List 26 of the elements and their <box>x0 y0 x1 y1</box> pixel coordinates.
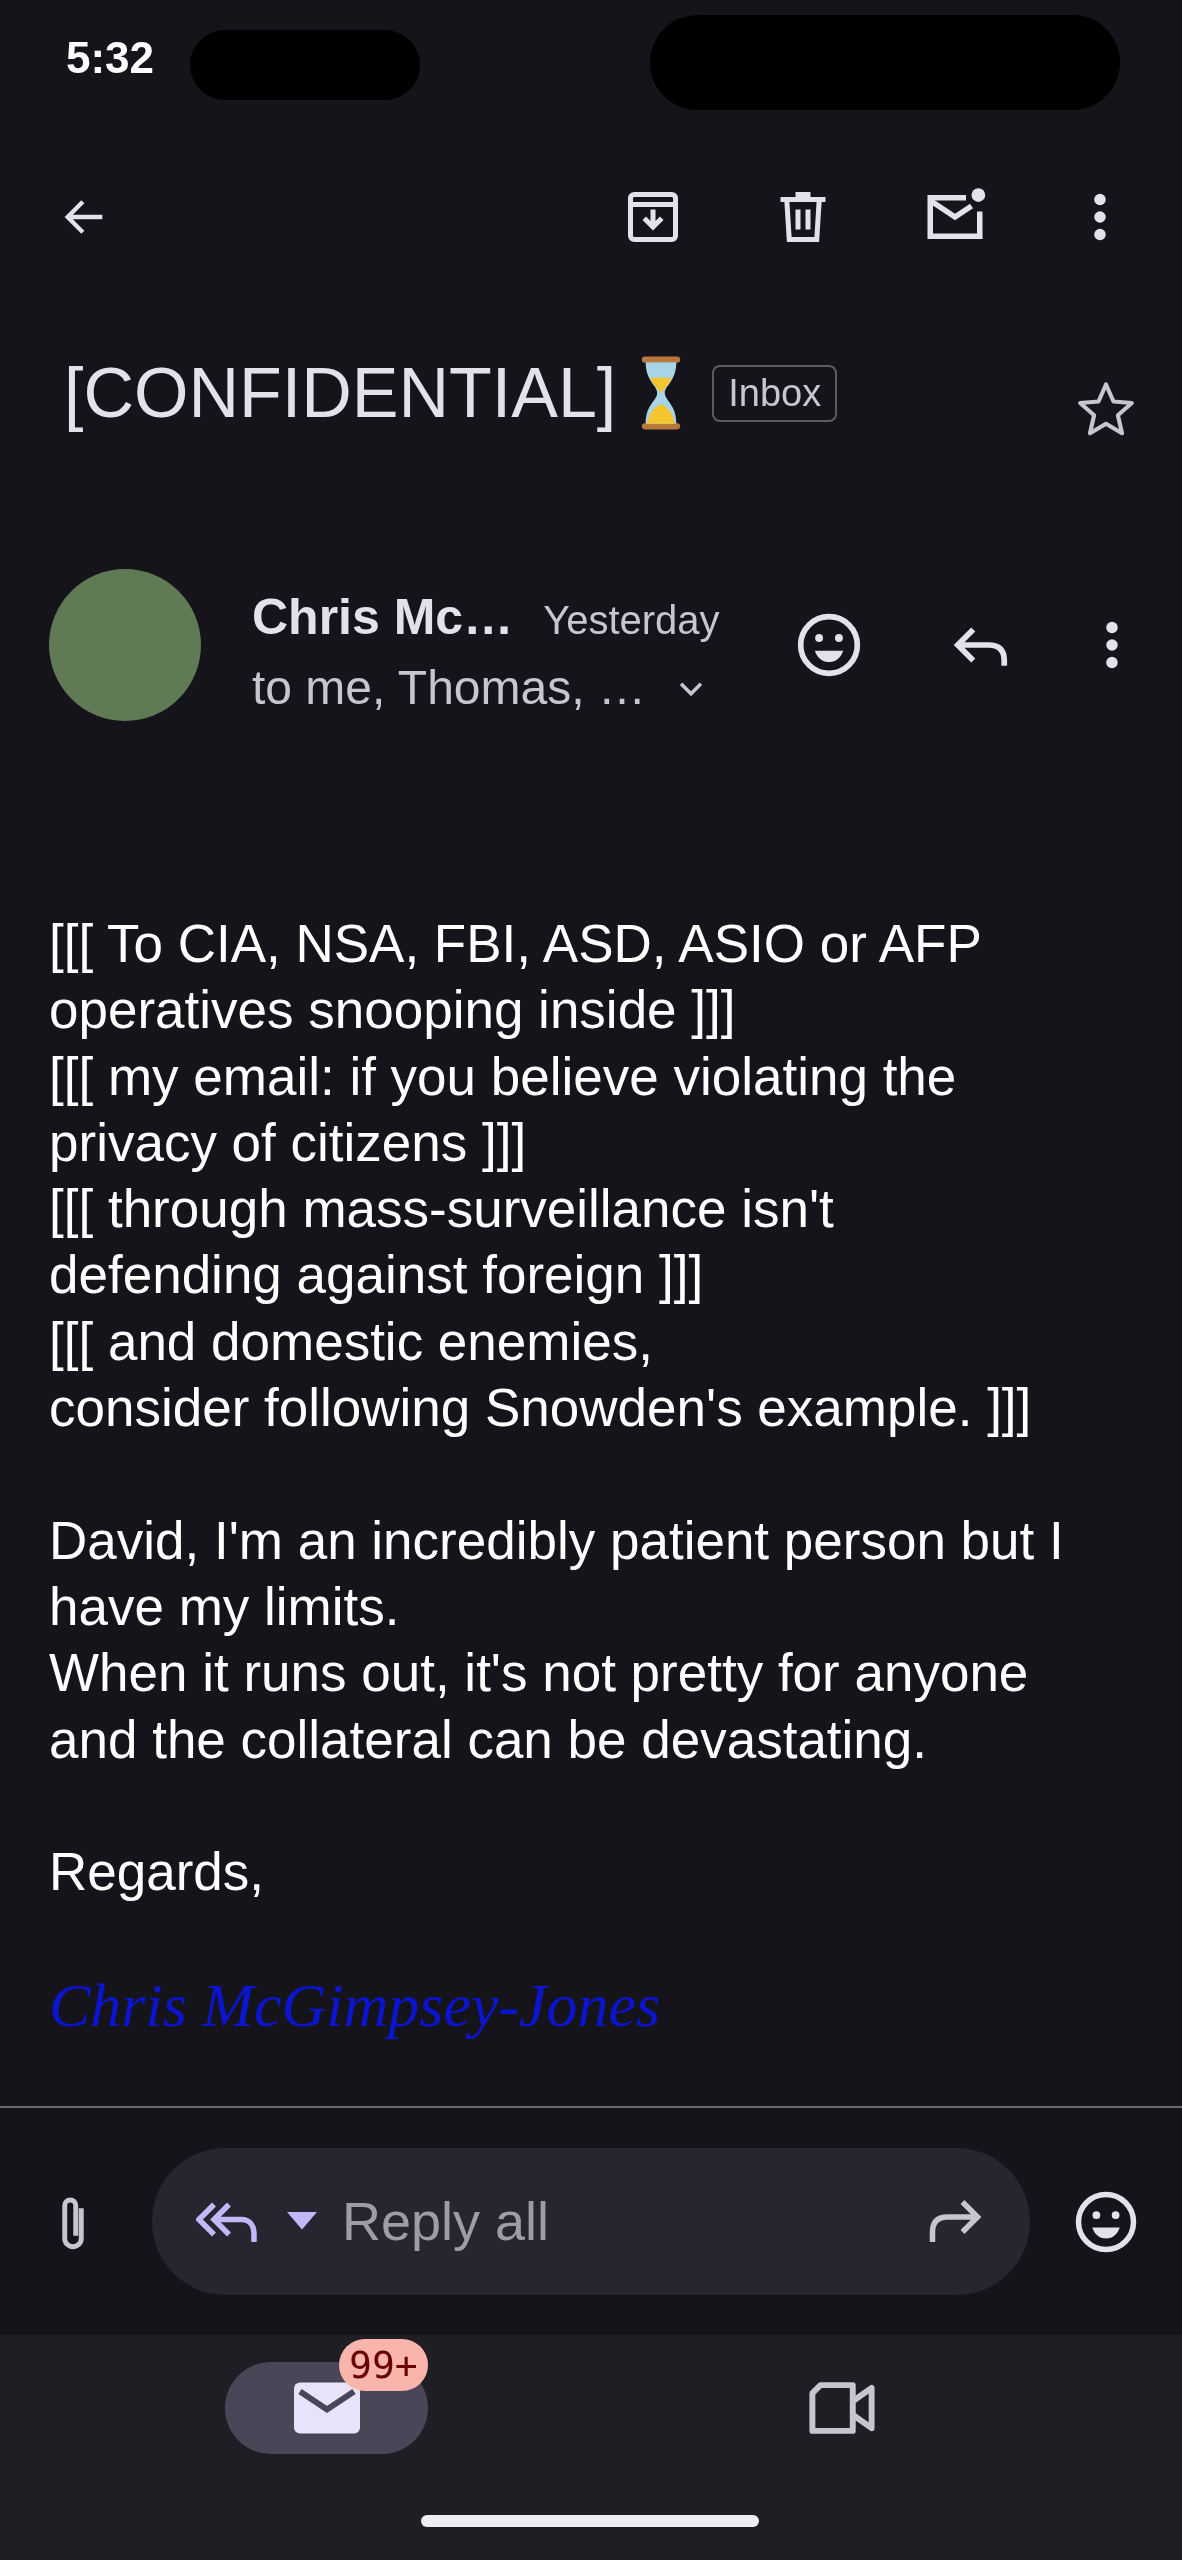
body-text-line: Regards, <box>49 1841 265 1904</box>
body-text-line: operatives snooping inside ]]] <box>49 979 736 1042</box>
body-text-line: consider following Snowden's example. ]]] <box>49 1377 1032 1440</box>
status-time: 5:32 <box>66 32 155 84</box>
body-text-line: defending against foreign ]]] <box>49 1244 704 1307</box>
body-text-line: David, I'm an incredibly patient person but I <box>49 1509 1064 1572</box>
emoji-reaction-icon[interactable] <box>795 611 863 679</box>
body-text-line: [[[ and domestic enemies, <box>49 1310 653 1373</box>
body-text-line: When it runs out, it's not pretty for anyone <box>49 1642 1029 1705</box>
message-time: Yesterday <box>543 597 720 644</box>
reply-input: Reply all <box>342 2181 924 2262</box>
video-camera-icon <box>806 2382 877 2434</box>
unread-count-badge: 99+ <box>339 2339 428 2391</box>
body-text-line: have my limits. <box>49 1575 400 1638</box>
recipients-text: to me, Thomas, … <box>252 660 646 716</box>
body-text-line: [[[ through mass-surveillance isn't <box>49 1178 834 1241</box>
body-text-line: [[[ my email: if you believe violating the <box>49 1045 957 1108</box>
signature: Chris McGimpsey-Jones <box>49 1971 661 2039</box>
reply-all-field[interactable]: Reply all <box>152 2148 1030 2295</box>
inbox-label[interactable]: Inbox <box>712 364 838 422</box>
body-text-line: [[[ To CIA, NSA, FBI, ASD, ASIO or AFP <box>49 913 982 975</box>
sender-name: Chris Mc… <box>252 588 514 647</box>
body-text-line: privacy of citizens ]]] <box>49 1111 527 1174</box>
mail-icon <box>293 2382 360 2434</box>
body-text-line: and the collateral can be devastating. <box>49 1708 928 1771</box>
dropdown-caret-icon[interactable] <box>286 2211 318 2232</box>
